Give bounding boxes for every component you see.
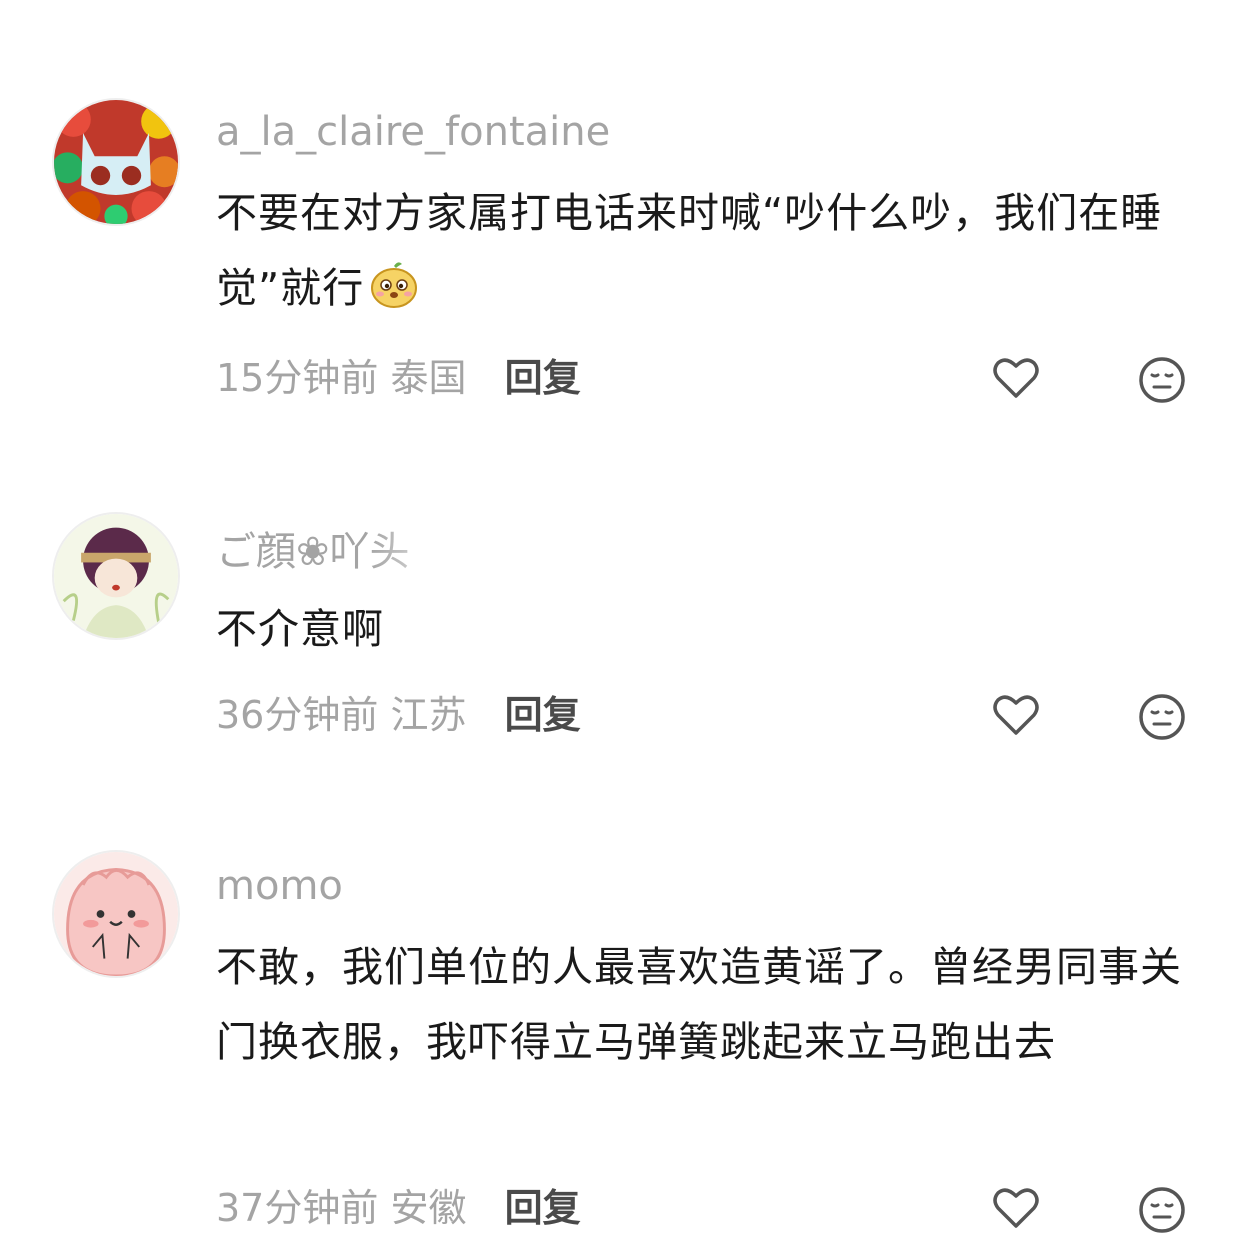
comment-text: 不介意啊 xyxy=(216,605,384,653)
cat-mask-flower-avatar-icon xyxy=(54,100,178,224)
comment-meta: 37分钟前 安徽 回复 xyxy=(216,1184,581,1232)
heart-icon[interactable] xyxy=(990,1182,1042,1234)
reply-button[interactable]: 回复 xyxy=(505,693,581,737)
comment-location: 泰国 xyxy=(390,356,467,400)
comment-meta: 36分钟前 江苏 回复 xyxy=(216,691,581,739)
meh-face-icon[interactable] xyxy=(1136,354,1188,406)
username[interactable]: ご顔❀吖头 xyxy=(216,528,470,576)
comment-text: 不敢，我们单位的人最喜欢造黄谣了。曾经男同事关门换衣服，我吓得立马弹簧跳起来立马… xyxy=(216,943,1182,1066)
avatar[interactable] xyxy=(52,98,180,226)
girl-illustration-avatar-icon xyxy=(54,514,178,638)
avatar[interactable] xyxy=(52,512,180,640)
comment-location: 江苏 xyxy=(390,693,467,737)
reply-button[interactable]: 回复 xyxy=(505,1186,581,1230)
username[interactable]: momo xyxy=(216,862,343,910)
username-text: ご顔❀吖头 xyxy=(216,529,470,575)
meh-face-icon[interactable] xyxy=(1136,691,1188,743)
heart-icon[interactable] xyxy=(990,352,1042,404)
comment-time: 37分钟前 xyxy=(216,1186,379,1230)
comment-text: 不要在对方家属打电话来时喊“吵什么吵，我们在睡觉”就行 xyxy=(216,176,1206,326)
username[interactable]: a_la_claire_fontaine xyxy=(216,108,610,156)
comment-time: 36分钟前 xyxy=(216,693,379,737)
comment-location: 安徽 xyxy=(390,1186,467,1230)
avatar[interactable] xyxy=(52,850,180,978)
comment-time: 15分钟前 xyxy=(216,356,379,400)
smug-pear-emoji-icon xyxy=(368,258,420,310)
meh-face-icon[interactable] xyxy=(1136,1184,1188,1236)
comment-text-body: 不要在对方家属打电话来时喊“吵什么吵，我们在睡觉”就行 xyxy=(216,189,1163,312)
heart-icon[interactable] xyxy=(990,689,1042,741)
pink-blob-avatar-icon xyxy=(54,852,178,976)
comment-meta: 15分钟前 泰国 回复 xyxy=(216,354,581,402)
reply-button[interactable]: 回复 xyxy=(505,356,581,400)
